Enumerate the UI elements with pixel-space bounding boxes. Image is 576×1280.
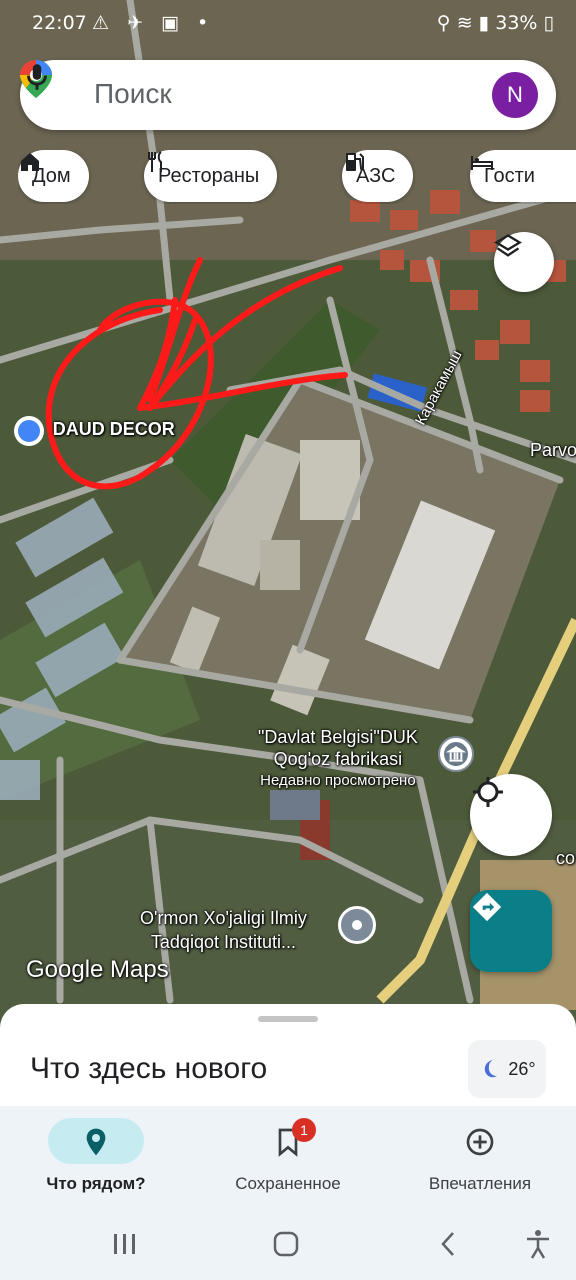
government-pin-icon[interactable] xyxy=(438,736,474,772)
directions-icon xyxy=(472,892,502,922)
place-name-line1: O'rmon Xo'jaligi Ilmiy xyxy=(140,908,307,928)
nav-saved[interactable]: 1 Сохраненное xyxy=(192,1106,384,1208)
home-button-icon[interactable] xyxy=(272,1230,300,1258)
map-view[interactable]: 22:07 ⚠ ✈ ▣ • ⚲ ≋ ▮ 33% ▯ Поиск N Дом Ре… xyxy=(0,0,576,1110)
place-parvo-label: Parvo xyxy=(530,440,576,460)
place-ormon-institute[interactable]: O'rmon Xo'jaligi Ilmiy Tadqiqot Institut… xyxy=(140,906,307,954)
microphone-icon[interactable] xyxy=(20,60,54,94)
chip-home[interactable]: Дом xyxy=(18,150,89,202)
status-right: ⚲ ≋ ▮ 33% ▯ xyxy=(437,12,554,34)
nav-contribute[interactable]: Впечатления xyxy=(384,1106,576,1208)
layers-button[interactable] xyxy=(494,232,554,292)
recently-viewed-label: Недавно просмотрено xyxy=(260,772,416,789)
nav-explore[interactable]: Что рядом? xyxy=(0,1106,192,1208)
recent-apps-icon[interactable] xyxy=(112,1232,138,1256)
search-input[interactable]: Поиск xyxy=(94,78,172,110)
weather-temp: 26° xyxy=(508,1058,536,1079)
chip-hotels[interactable]: Гости xyxy=(470,150,576,202)
notification-icons: ⚠ ✈ ▣ • xyxy=(92,12,215,34)
wifi-icon: ≋ xyxy=(456,12,473,34)
chip-label: Рестораны xyxy=(158,164,260,187)
place-name-line1: "Davlat Belgisi"DUK xyxy=(258,727,418,747)
chip-gas-stations[interactable]: АЗС xyxy=(342,150,414,202)
layers-icon xyxy=(494,234,522,257)
status-bar: 22:07 ⚠ ✈ ▣ • ⚲ ≋ ▮ 33% ▯ xyxy=(0,0,576,46)
add-circle-icon xyxy=(466,1128,494,1156)
saved-badge: 1 xyxy=(292,1118,316,1142)
place-name-line2: Qog'oz fabrikasi xyxy=(273,749,403,769)
place-pin-icon[interactable] xyxy=(338,906,376,944)
nav-label: Сохраненное xyxy=(235,1174,341,1193)
battery-icon: ▯ xyxy=(543,12,554,34)
location-icon: ⚲ xyxy=(436,12,451,34)
category-chips: Дом Рестораны АЗС Гости xyxy=(18,150,576,204)
shop-pin-icon xyxy=(14,416,44,446)
search-bar[interactable]: Поиск N xyxy=(20,60,556,130)
nav-label: Впечатления xyxy=(428,1174,532,1193)
place-name-line2: Tadqiqot Instituti... xyxy=(150,932,296,952)
place-davlat-belgisi[interactable]: "Davlat Belgisi"DUK Qog'oz fabrikasi Нед… xyxy=(258,726,418,792)
avatar[interactable]: N xyxy=(492,72,538,118)
place-label: DAUD DECOR xyxy=(52,419,175,440)
chip-restaurants[interactable]: Рестораны xyxy=(144,150,278,202)
my-location-button[interactable] xyxy=(470,774,552,856)
gas-station-icon xyxy=(346,153,364,171)
system-navigation-bar xyxy=(0,1208,576,1280)
home-icon xyxy=(21,153,39,171)
directions-button[interactable] xyxy=(470,890,552,972)
back-icon[interactable] xyxy=(438,1230,458,1258)
moon-icon xyxy=(485,1060,498,1078)
edge-label: co xyxy=(556,848,576,868)
location-pin-icon xyxy=(86,1128,106,1156)
bottom-navigation: Что рядом? 1 Сохраненное Впечатления xyxy=(0,1106,576,1208)
crosshair-icon xyxy=(473,777,503,807)
bottom-sheet[interactable]: Что здесь нового 26° xyxy=(0,1004,576,1114)
nav-label: Что рядом? xyxy=(46,1174,146,1193)
sheet-drag-handle[interactable] xyxy=(258,1016,318,1022)
place-daud-decor[interactable]: DAUD DECOR xyxy=(14,416,175,446)
hotel-icon xyxy=(471,156,493,170)
accessibility-icon[interactable] xyxy=(524,1228,552,1260)
restaurant-icon xyxy=(148,151,162,172)
google-maps-watermark: Google Maps xyxy=(26,956,169,983)
battery-percent: 33% xyxy=(495,12,538,34)
status-time: 22:07 xyxy=(32,12,87,34)
weather-chip[interactable]: 26° xyxy=(468,1040,546,1098)
signal-icon: ▮ xyxy=(478,12,490,34)
sheet-title: Что здесь нового xyxy=(30,1052,268,1085)
